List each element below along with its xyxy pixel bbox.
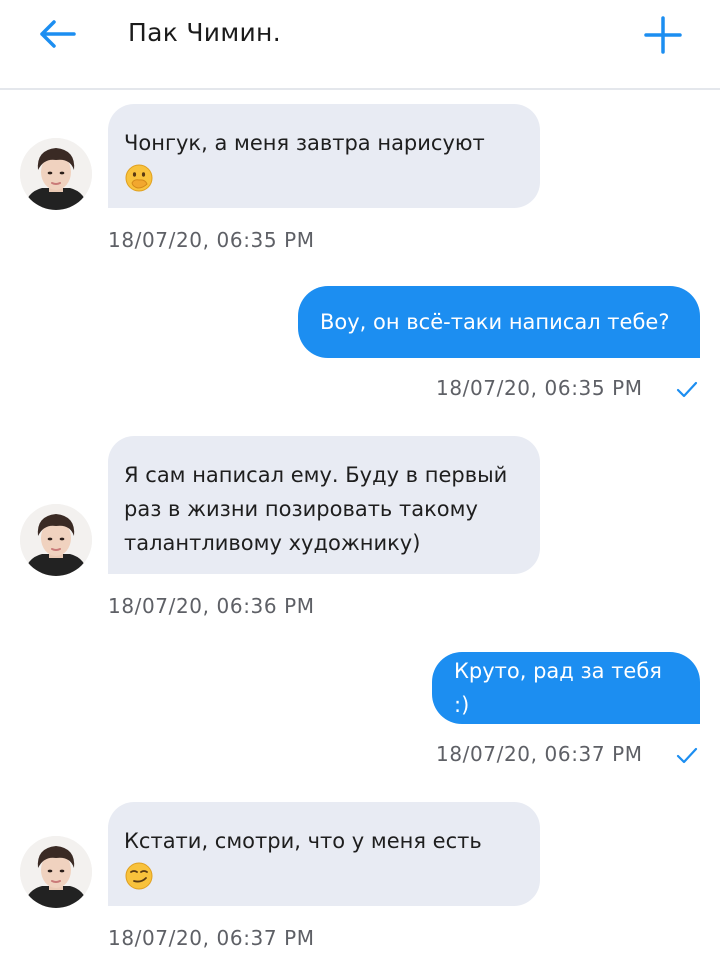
face-with-hand-over-mouth-icon — [125, 164, 153, 192]
message-line: Я сам написал ему. Буду в первый — [124, 463, 508, 487]
message-line: раз в жизни позировать такому — [124, 497, 478, 521]
avatar-image — [20, 138, 92, 210]
message-timestamp: 18/07/20, 06:37 PM — [436, 742, 643, 766]
message-bubble-outgoing[interactable]: Круто, рад за тебя :) — [432, 652, 700, 724]
message-bubble-incoming[interactable]: Чонгук, а меня завтра нарисуют — [108, 104, 540, 208]
message-timestamp: 18/07/20, 06:35 PM — [436, 376, 643, 400]
avatar-image — [20, 836, 92, 908]
back-button[interactable] — [34, 14, 82, 54]
plus-icon — [644, 16, 682, 54]
smirking-face-icon — [125, 862, 153, 890]
message-list[interactable]: Чонгук, а меня завтра нарисуют 18/07/20,… — [0, 90, 720, 956]
check-icon — [676, 381, 698, 398]
avatar[interactable] — [20, 836, 92, 908]
message-text: Воу, он всё-таки написал тебе? — [320, 310, 670, 334]
message-timestamp: 18/07/20, 06:35 PM — [108, 228, 315, 252]
message-bubble-incoming[interactable]: Я сам написал ему. Буду в первый раз в ж… — [108, 436, 540, 574]
message-text: Круто, рад за тебя :) — [454, 659, 662, 717]
message-line: талантливому художнику) — [124, 531, 421, 555]
add-button[interactable] — [640, 12, 686, 58]
message-timestamp: 18/07/20, 06:37 PM — [108, 926, 315, 950]
avatar[interactable] — [20, 504, 92, 576]
message-text: Чонгук, а меня завтра нарисуют — [124, 131, 485, 155]
check-icon — [676, 747, 698, 764]
arrow-left-icon — [40, 20, 76, 48]
message-timestamp: 18/07/20, 06:36 PM — [108, 594, 315, 618]
avatar[interactable] — [20, 138, 92, 210]
avatar-image — [20, 504, 92, 576]
contact-name[interactable]: Пак Чимин. — [128, 18, 281, 47]
message-text: Кстати, смотри, что у меня есть — [124, 829, 482, 853]
chat-screen: Пак Чимин. Чонгук, а меня завтра нарисую… — [0, 0, 720, 956]
message-bubble-outgoing[interactable]: Воу, он всё-таки написал тебе? — [298, 286, 700, 358]
message-bubble-incoming[interactable]: Кстати, смотри, что у меня есть — [108, 802, 540, 906]
chat-header: Пак Чимин. — [0, 0, 720, 90]
